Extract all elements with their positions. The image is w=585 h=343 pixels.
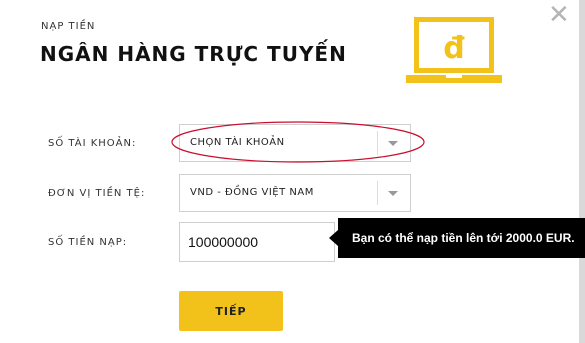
tooltip-arrow <box>329 230 338 246</box>
currency-select[interactable]: VND - ĐỒNG VIỆT NAM <box>179 174 411 212</box>
currency-select-value: VND - ĐỒNG VIỆT NAM <box>190 187 314 198</box>
deposit-dialog: NẠP TIỀN NGÂN HÀNG TRỰC TUYẾN ✕ đ SỐ TÀI… <box>0 0 585 343</box>
amount-input[interactable] <box>179 222 335 262</box>
account-label: SỐ TÀI KHOẢN: <box>48 138 137 149</box>
amount-label: SỐ TIỀN NẠP: <box>48 237 128 248</box>
amount-tooltip: Bạn có thể nạp tiền lên tới 2000.0 EUR. <box>338 218 585 258</box>
close-icon[interactable]: ✕ <box>548 2 570 28</box>
dialog-title: NGÂN HÀNG TRỰC TUYẾN <box>40 42 347 66</box>
dong-symbol: đ <box>443 31 465 66</box>
currency-label: ĐƠN VỊ TIỀN TỆ: <box>48 188 146 199</box>
dialog-scroll-edge <box>579 0 585 343</box>
laptop-dong-icon: đ <box>406 17 502 83</box>
annotation-ellipse <box>171 121 425 163</box>
dialog-subtitle: NẠP TIỀN <box>41 21 96 32</box>
chevron-down-icon[interactable] <box>388 191 398 196</box>
select-divider <box>377 181 378 205</box>
next-button[interactable]: TIẾP <box>179 291 283 331</box>
